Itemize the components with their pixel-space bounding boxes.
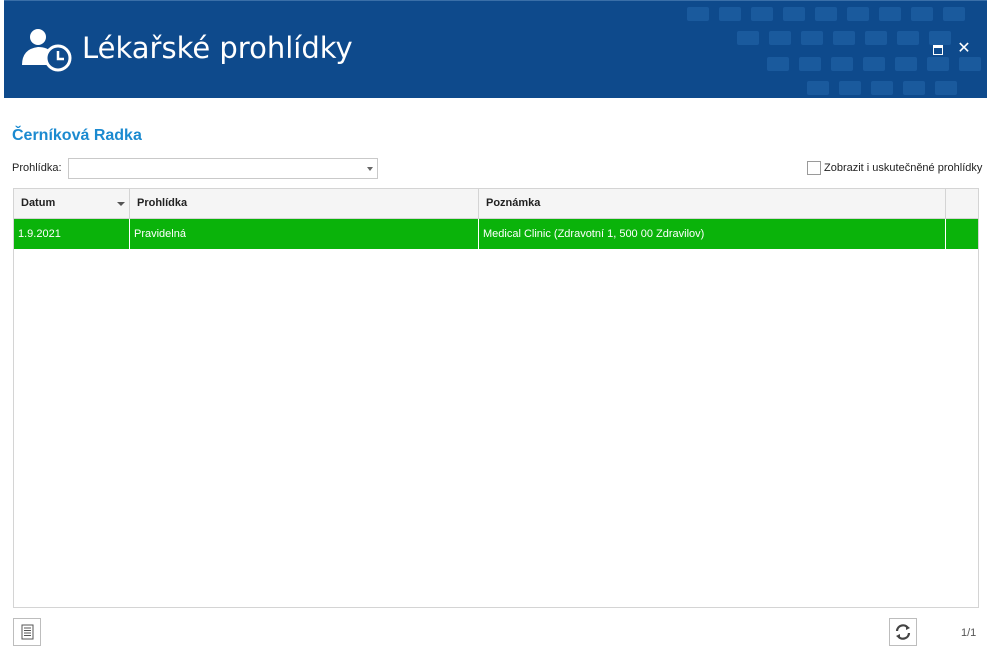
- refresh-icon: [895, 624, 911, 640]
- cell-datum: 1.9.2021: [14, 219, 130, 249]
- show-completed-label: Zobrazit i uskutečněné prohlídky: [824, 162, 983, 174]
- cell-extra: [946, 219, 978, 249]
- maximize-icon[interactable]: [930, 41, 946, 57]
- filter-label: Prohlídka:: [12, 162, 62, 174]
- table-row[interactable]: 1.9.2021 Pravidelná Medical Clinic (Zdra…: [14, 219, 978, 249]
- close-icon[interactable]: ✕: [956, 41, 972, 57]
- table-header: Datum Prohlídka Poznámka: [14, 189, 978, 219]
- examinations-table: Datum Prohlídka Poznámka 1.9.2021 Pravid…: [13, 188, 979, 608]
- document-icon: [21, 624, 34, 640]
- cell-prohlidka: Pravidelná: [130, 219, 479, 249]
- person-clock-icon: [22, 29, 72, 72]
- window-title: Lékařské prohlídky: [82, 31, 353, 65]
- refresh-button[interactable]: [889, 618, 917, 646]
- sort-descending-icon: [117, 202, 125, 206]
- examination-select[interactable]: [68, 158, 378, 179]
- column-header-extra: [946, 189, 978, 218]
- column-header-datum[interactable]: Datum: [14, 189, 130, 218]
- chevron-down-icon: [367, 167, 373, 171]
- title-bar: Lékařské prohlídky ✕: [4, 0, 987, 98]
- show-completed-checkbox[interactable]: [807, 161, 821, 175]
- document-button[interactable]: [13, 618, 41, 646]
- column-header-prohlidka[interactable]: Prohlídka: [130, 189, 479, 218]
- person-name: Černíková Radka: [12, 127, 142, 144]
- page-indicator: 1/1: [961, 627, 977, 639]
- column-header-poznamka[interactable]: Poznámka: [479, 189, 946, 218]
- cell-poznamka: Medical Clinic (Zdravotní 1, 500 00 Zdra…: [479, 219, 946, 249]
